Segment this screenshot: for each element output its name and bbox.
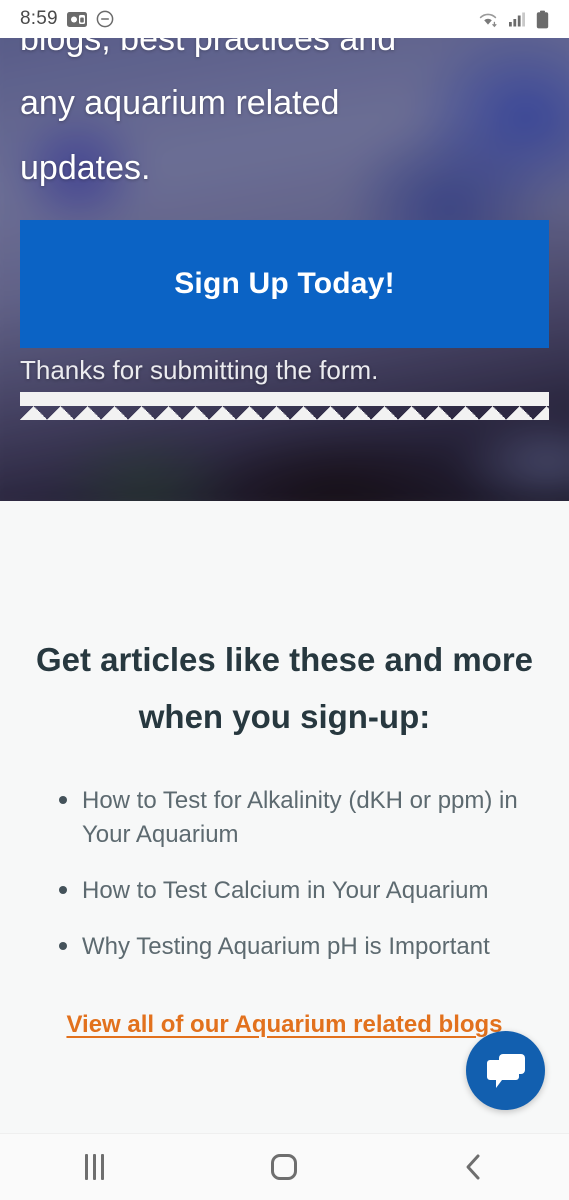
view-all-blogs-link[interactable]: View all of our Aquarium related blogs [34,1011,535,1039]
back-icon [466,1154,480,1180]
home-button[interactable] [229,1134,339,1200]
status-bar: 8:59 [0,0,569,38]
sign-up-today-button[interactable]: Sign Up Today! [20,220,549,348]
recents-button[interactable] [40,1134,150,1200]
do-not-disturb-icon [96,10,114,28]
android-navigation-bar [0,1133,569,1200]
hero-section: blogs, best practices and any aquarium r… [0,0,569,501]
hero-paragraph-line-3: updates. [20,149,151,187]
cellular-signal-icon [509,12,525,26]
article-list: How to Test for Alkalinity (dKH or ppm) … [50,784,540,986]
status-bar-right [478,10,549,29]
form-status-message: Thanks for submitting the form. [20,355,379,385]
list-item: How to Test Calcium in Your Aquarium [50,874,540,908]
recents-icon [85,1154,105,1180]
list-item: Why Testing Aquarium pH is Important [50,930,540,964]
back-button[interactable] [419,1134,529,1200]
status-bar-clock: 8:59 [20,8,58,29]
sign-up-button-label: Sign Up Today! [174,267,395,300]
hero-content: blogs, best practices and any aquarium r… [0,0,569,501]
wifi-icon [479,13,497,27]
phone-screen: blogs, best practices and any aquarium r… [0,0,569,1200]
status-bar-left: 8:59 [20,8,114,30]
section-heading: Get articles like these and more when yo… [35,641,534,735]
chat-widget-button[interactable] [466,1031,545,1110]
list-item: How to Test for Alkalinity (dKH or ppm) … [50,784,540,852]
screen-record-icon [66,11,87,27]
home-icon [271,1154,298,1180]
zigzag-divider [20,392,549,420]
hero-paragraph-line-2: any aquarium related [20,84,340,122]
chat-bubbles-icon [486,1053,525,1088]
battery-icon [536,10,549,28]
